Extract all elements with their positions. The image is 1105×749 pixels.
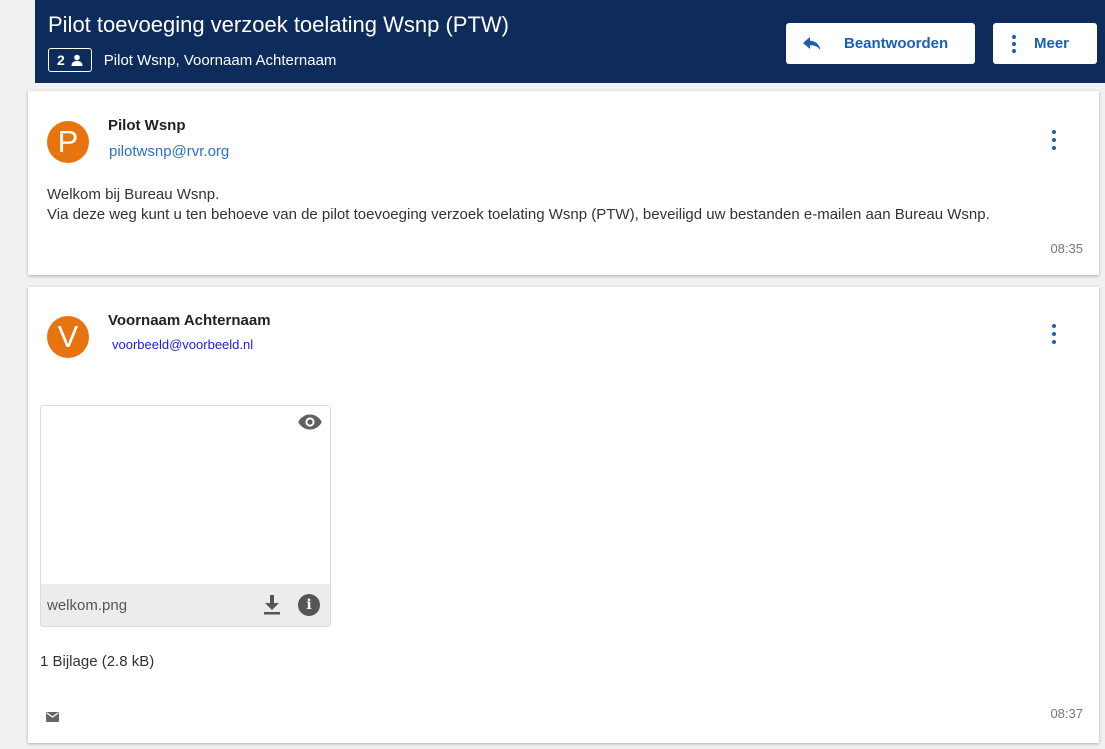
attachment-footer: welkom.png i: [41, 584, 330, 626]
avatar: P: [47, 121, 89, 163]
kebab-dot: [1052, 146, 1056, 150]
sender-email[interactable]: voorbeeld@voorbeeld.nl: [112, 337, 253, 352]
attachment-card[interactable]: welkom.png i: [40, 405, 331, 627]
more-button[interactable]: Meer: [993, 23, 1097, 64]
participant-count: 2: [57, 52, 65, 68]
avatar: V: [47, 316, 89, 358]
message-time: 08:37: [1050, 706, 1083, 721]
message-card: V Voornaam Achternaam voorbeeld@voorbeel…: [28, 287, 1099, 743]
message-time: 08:35: [1050, 241, 1083, 256]
download-icon[interactable]: [263, 595, 281, 615]
participant-names: Pilot Wsnp, Voornaam Achternaam: [103, 51, 337, 69]
kebab-dot: [1052, 324, 1056, 328]
eye-icon[interactable]: [298, 414, 322, 430]
kebab-dot: [1052, 130, 1056, 134]
reply-button-label: Beantwoorden: [844, 35, 949, 52]
reply-icon: [803, 36, 821, 50]
attachment-summary: 1 Bijlage (2.8 kB): [40, 653, 155, 670]
message-menu-button[interactable]: [1045, 127, 1063, 153]
kebab-dot: [1052, 340, 1056, 344]
kebab-dot: [1052, 138, 1056, 142]
message-menu-button[interactable]: [1045, 321, 1063, 347]
participants-row: 2 Pilot Wsnp, Voornaam Achternaam: [48, 48, 336, 72]
conversation-subject: Pilot toevoeging verzoek toelating Wsnp …: [48, 12, 509, 37]
kebab-dot: [1052, 332, 1056, 336]
message-body-line: Via deze weg kunt u ten behoeve van de p…: [47, 206, 990, 223]
sender-name: Voornaam Achternaam: [108, 312, 271, 329]
more-vert-icon: [1012, 34, 1016, 53]
reply-button[interactable]: Beantwoorden: [786, 23, 975, 64]
attachment-name: welkom.png: [47, 596, 128, 614]
mail-icon: [46, 712, 59, 722]
message-card: P Pilot Wsnp pilotwsnp@rvr.org Welkom bi…: [28, 91, 1099, 275]
sender-name: Pilot Wsnp: [108, 117, 186, 134]
message-body: Welkom bij Bureau Wsnp. Via deze weg kun…: [47, 185, 990, 225]
person-icon: [71, 54, 83, 66]
conversation-header: Pilot toevoeging verzoek toelating Wsnp …: [35, 0, 1105, 83]
participant-count-badge[interactable]: 2: [48, 48, 92, 72]
sender-email[interactable]: pilotwsnp@rvr.org: [109, 143, 229, 160]
info-icon[interactable]: i: [298, 594, 320, 616]
message-body-line: Welkom bij Bureau Wsnp.: [47, 186, 220, 203]
more-button-label: Meer: [1034, 35, 1070, 52]
